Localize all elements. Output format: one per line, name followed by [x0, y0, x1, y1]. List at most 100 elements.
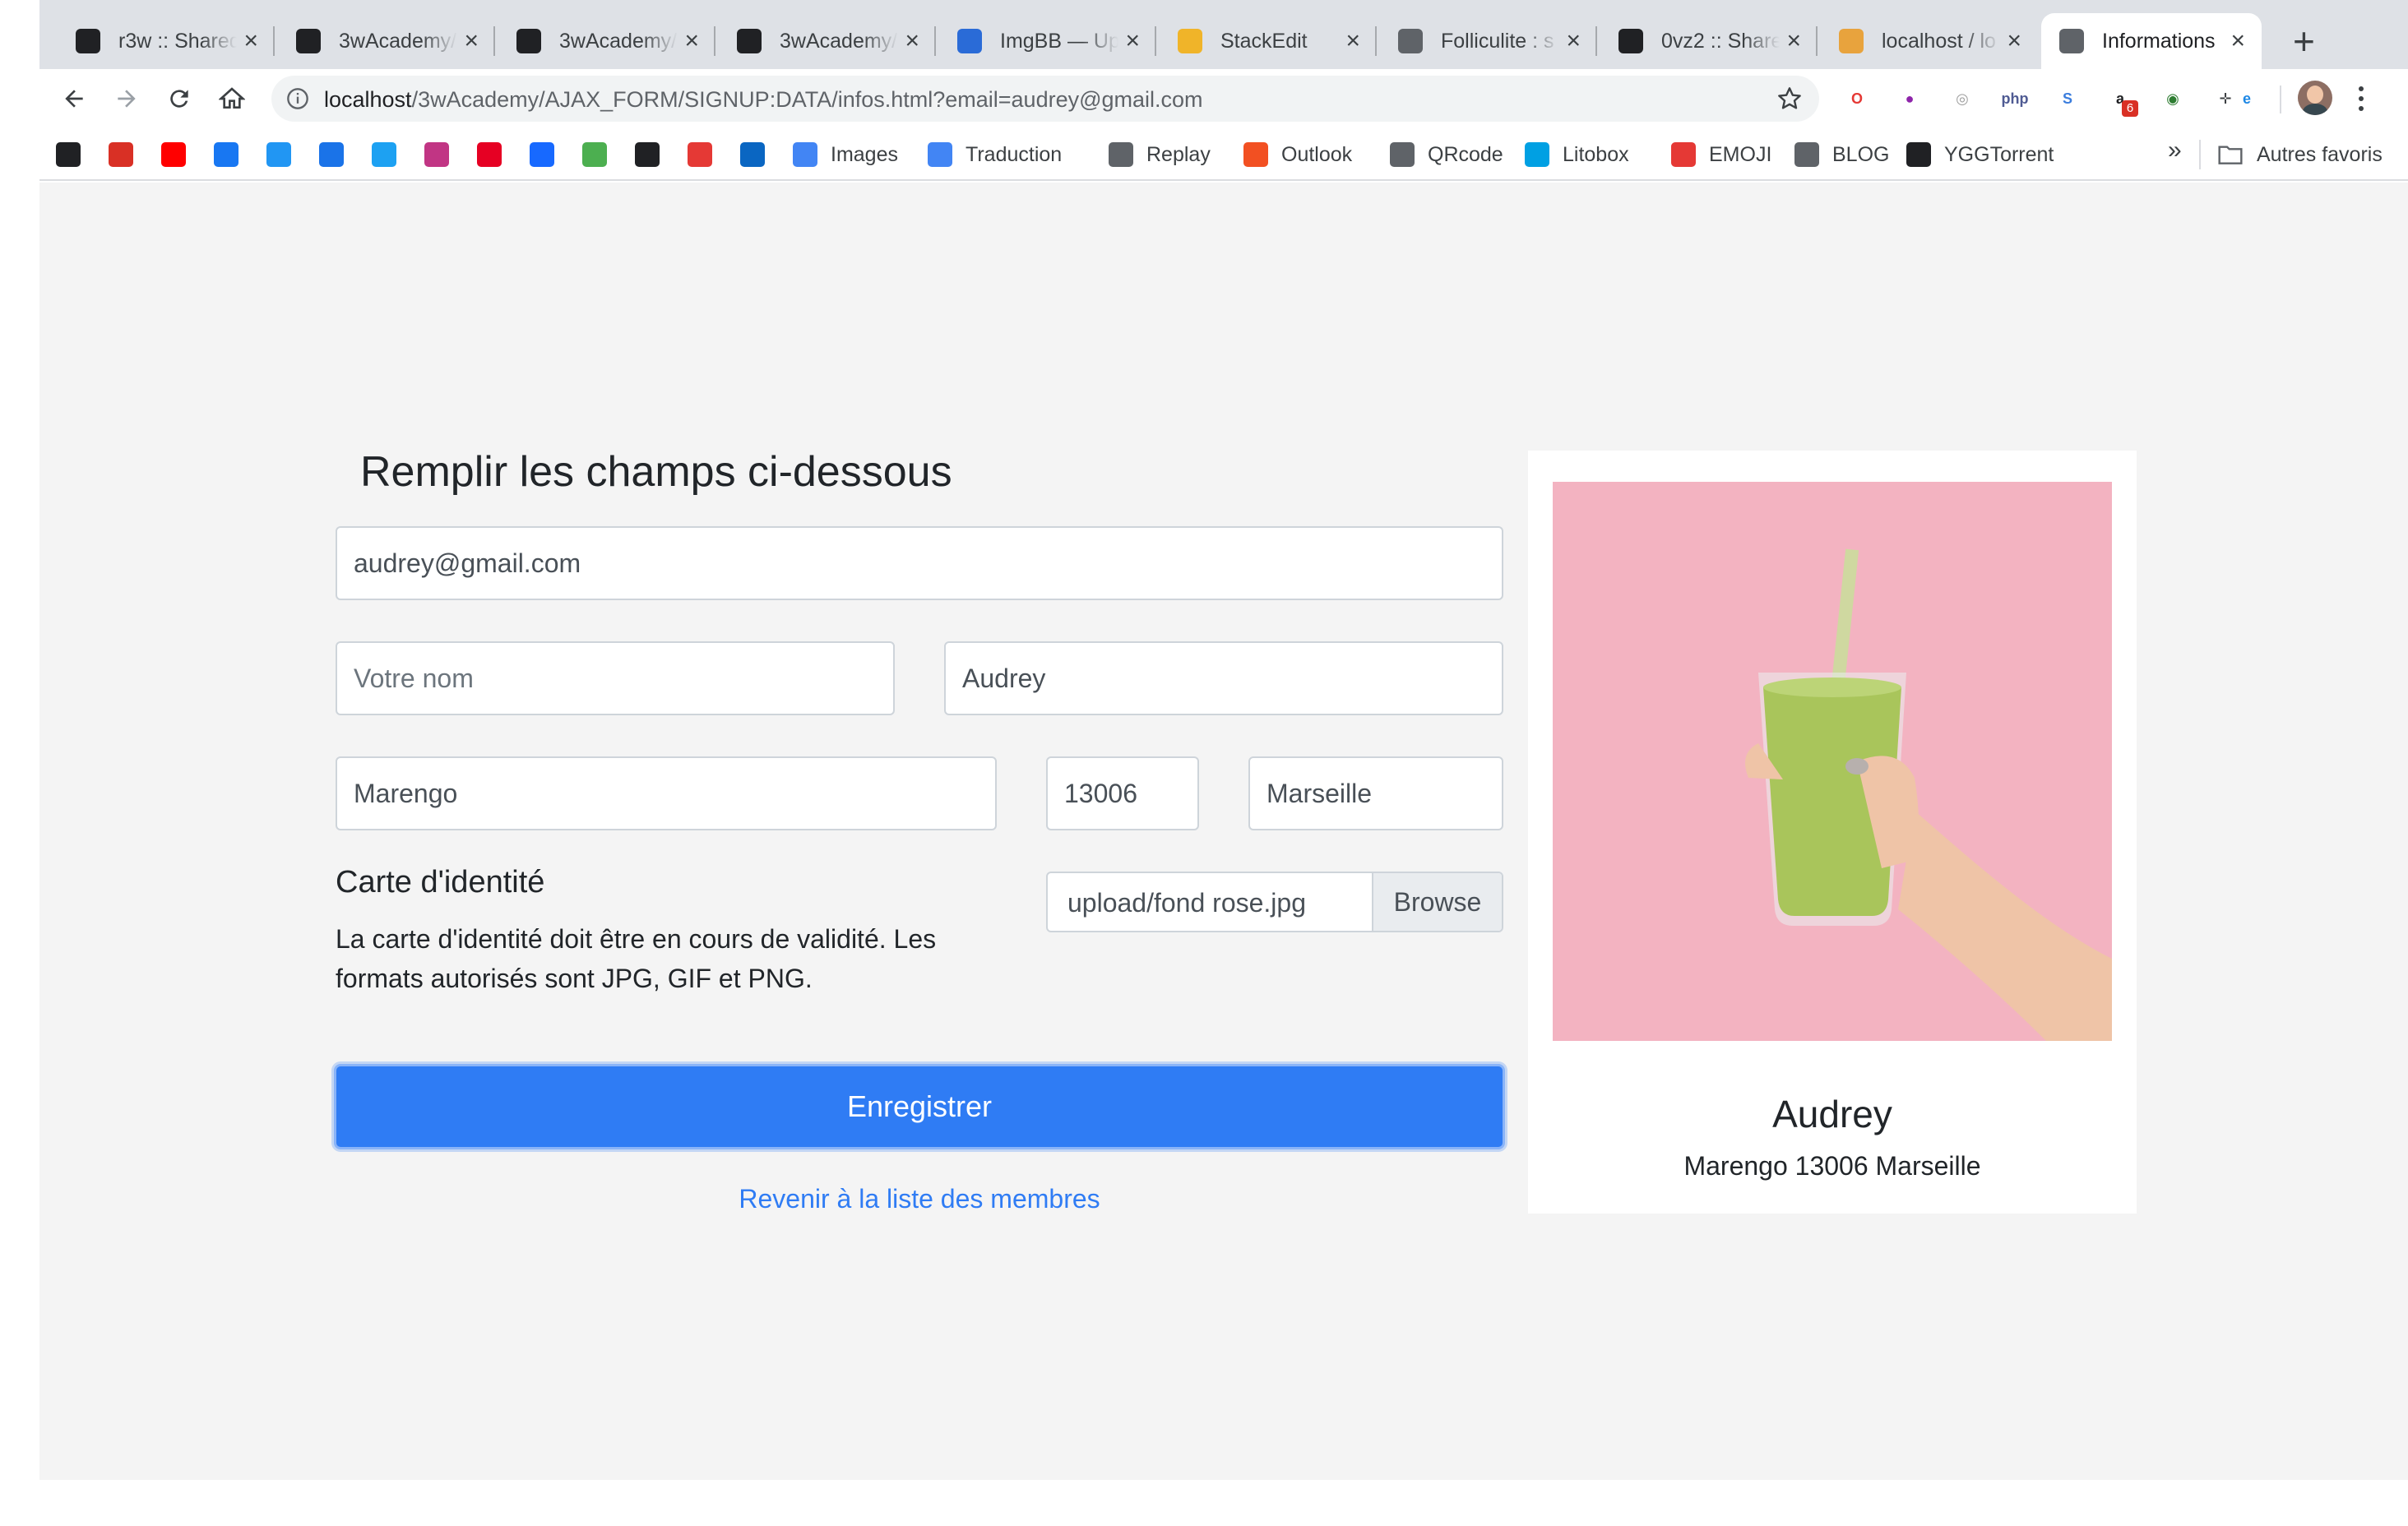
s-icon[interactable]: S: [2051, 82, 2084, 115]
browser-tab[interactable]: ImgBB — Up ×: [939, 13, 1156, 69]
bookmark-item[interactable]: Litobox: [1525, 138, 1629, 171]
bookmark-item[interactable]: [740, 138, 765, 171]
close-tab-icon[interactable]: ×: [1125, 29, 1140, 53]
arrow-right-icon: [118, 90, 136, 108]
close-tab-icon[interactable]: ×: [1786, 29, 1801, 53]
bookmark-item[interactable]: [424, 138, 449, 171]
bookmark-item[interactable]: [688, 138, 712, 171]
opera-icon[interactable]: O: [1841, 82, 1873, 115]
phpmyadmin-icon: [1839, 29, 1864, 53]
tab-title: Informations: [2102, 29, 2216, 53]
zip-field[interactable]: [1046, 756, 1199, 830]
tab-separator: [493, 26, 495, 56]
bookmark-item[interactable]: [214, 138, 238, 171]
edge-icon[interactable]: e: [2230, 82, 2263, 115]
bookmark-item[interactable]: QRcode: [1390, 138, 1503, 171]
github-icon: [737, 29, 762, 53]
bookmark-item[interactable]: [109, 138, 133, 171]
new-tab-button[interactable]: +: [2293, 18, 2315, 64]
close-tab-icon[interactable]: ×: [1345, 29, 1360, 53]
close-tab-icon[interactable]: ×: [243, 29, 258, 53]
address-bar[interactable]: localhost/3wAcademy/AJAX_FORM/SIGNUP:DAT…: [271, 76, 1819, 122]
browser-tab[interactable]: r3w :: Shared ×: [58, 13, 275, 69]
browser-tab[interactable]: Folliculite : s ×: [1380, 13, 1597, 69]
save-button[interactable]: Enregistrer: [334, 1064, 1505, 1149]
browser-tab[interactable]: 0vz2 :: Share ×: [1600, 13, 1818, 69]
bookmark-item[interactable]: Traduction: [928, 138, 1062, 171]
close-tab-icon[interactable]: ×: [684, 29, 699, 53]
browser-tab[interactable]: 3wAcademy/×: [498, 13, 715, 69]
sync-icon[interactable]: ◎: [1946, 82, 1979, 115]
id-card-help-text: La carte d'identité doit être en cours d…: [336, 924, 937, 993]
bookmark-item[interactable]: [530, 138, 554, 171]
tab-title: ImgBB — Up: [1000, 29, 1119, 53]
forward-button[interactable]: [105, 77, 148, 120]
close-tab-icon[interactable]: ×: [464, 29, 479, 53]
translate-icon: [928, 142, 952, 167]
extension-badge: 6: [2122, 100, 2138, 117]
bookmark-item[interactable]: YGGTorrent: [1906, 138, 2054, 171]
page-icon: [1398, 29, 1423, 53]
bookmark-item[interactable]: [477, 138, 502, 171]
bookmark-item[interactable]: [372, 138, 396, 171]
bookmark-item[interactable]: Images: [793, 138, 898, 171]
tab-strip: r3w :: Shared × 3wAcademy/× 3wAcademy/× 3wAc…: [39, 0, 2408, 69]
city-field[interactable]: [1248, 756, 1503, 830]
globe-ext-icon[interactable]: ◉: [2156, 82, 2189, 115]
bookmark-item[interactable]: EMOJI: [1671, 138, 1771, 171]
email-field[interactable]: [336, 526, 1503, 600]
browser-tab[interactable]: 3wAcademy/ ×: [719, 13, 936, 69]
street-field[interactable]: [336, 756, 997, 830]
close-tab-icon[interactable]: ×: [905, 29, 919, 53]
url-text[interactable]: localhost/3wAcademy/AJAX_FORM/SIGNUP:DAT…: [324, 87, 1203, 113]
smoothie-photo-icon: [1553, 482, 2112, 1041]
home-icon: [219, 87, 245, 109]
close-tab-icon[interactable]: ×: [2230, 29, 2245, 53]
browser-tab[interactable]: StackEdit ×: [1160, 13, 1377, 69]
browser-tab[interactable]: 3wAcademy/×: [278, 13, 495, 69]
bookmark-item[interactable]: Replay: [1109, 138, 1211, 171]
terminal-icon: [76, 29, 100, 53]
php-icon[interactable]: php: [1998, 82, 2031, 115]
browser-tab[interactable]: Informations ×: [2041, 13, 2262, 69]
bookmark-label: BLOG: [1832, 142, 1890, 166]
bookmark-star-icon[interactable]: [1776, 86, 1803, 112]
id-card-file-input[interactable]: upload/fond rose.jpg Browse: [1046, 872, 1503, 932]
bookmark-item[interactable]: [635, 138, 660, 171]
close-tab-icon[interactable]: ×: [2007, 29, 2021, 53]
bookmark-item[interactable]: [319, 138, 344, 171]
close-tab-icon[interactable]: ×: [1566, 29, 1581, 53]
info-icon[interactable]: [286, 87, 309, 110]
bookmark-item[interactable]: [161, 138, 186, 171]
ygg-icon: [1906, 142, 1931, 167]
browser-tab[interactable]: localhost / lo ×: [1821, 13, 2038, 69]
page-icon: [1390, 142, 1415, 167]
tab-separator: [1375, 26, 1377, 56]
bookmark-item[interactable]: [56, 138, 81, 171]
other-bookmarks[interactable]: Autres favoris: [2217, 138, 2383, 171]
messenger-icon: [266, 142, 291, 167]
tab-title: 3wAcademy/: [780, 29, 898, 53]
browse-button[interactable]: Browse: [1372, 873, 1502, 931]
profile-photo: [1553, 482, 2112, 1041]
bookmark-item[interactable]: [266, 138, 291, 171]
profile-address: Marengo 13006 Marseille: [1683, 1151, 1981, 1181]
bookmarks-overflow-button[interactable]: »: [2168, 136, 2182, 164]
menu-dot-icon: [2359, 86, 2364, 91]
menu-button[interactable]: [2349, 79, 2373, 118]
home-button[interactable]: [211, 77, 253, 120]
lastname-field[interactable]: [336, 641, 895, 715]
bookmark-item[interactable]: [582, 138, 607, 171]
firstname-field[interactable]: [944, 641, 1503, 715]
bookmark-item[interactable]: Outlook: [1243, 138, 1352, 171]
profile-avatar[interactable]: [2298, 81, 2332, 115]
bookmark-item[interactable]: BLOG: [1794, 138, 1889, 171]
github-icon: [296, 29, 321, 53]
color-wheel-icon[interactable]: ●: [1893, 82, 1926, 115]
tab-title: 3wAcademy/: [559, 29, 678, 53]
folder-icon: [1794, 142, 1819, 167]
id-card-heading: Carte d'identité: [336, 865, 545, 899]
reload-button[interactable]: [158, 77, 201, 120]
back-button[interactable]: [53, 77, 95, 120]
tab-title: r3w :: Shared: [118, 29, 238, 53]
